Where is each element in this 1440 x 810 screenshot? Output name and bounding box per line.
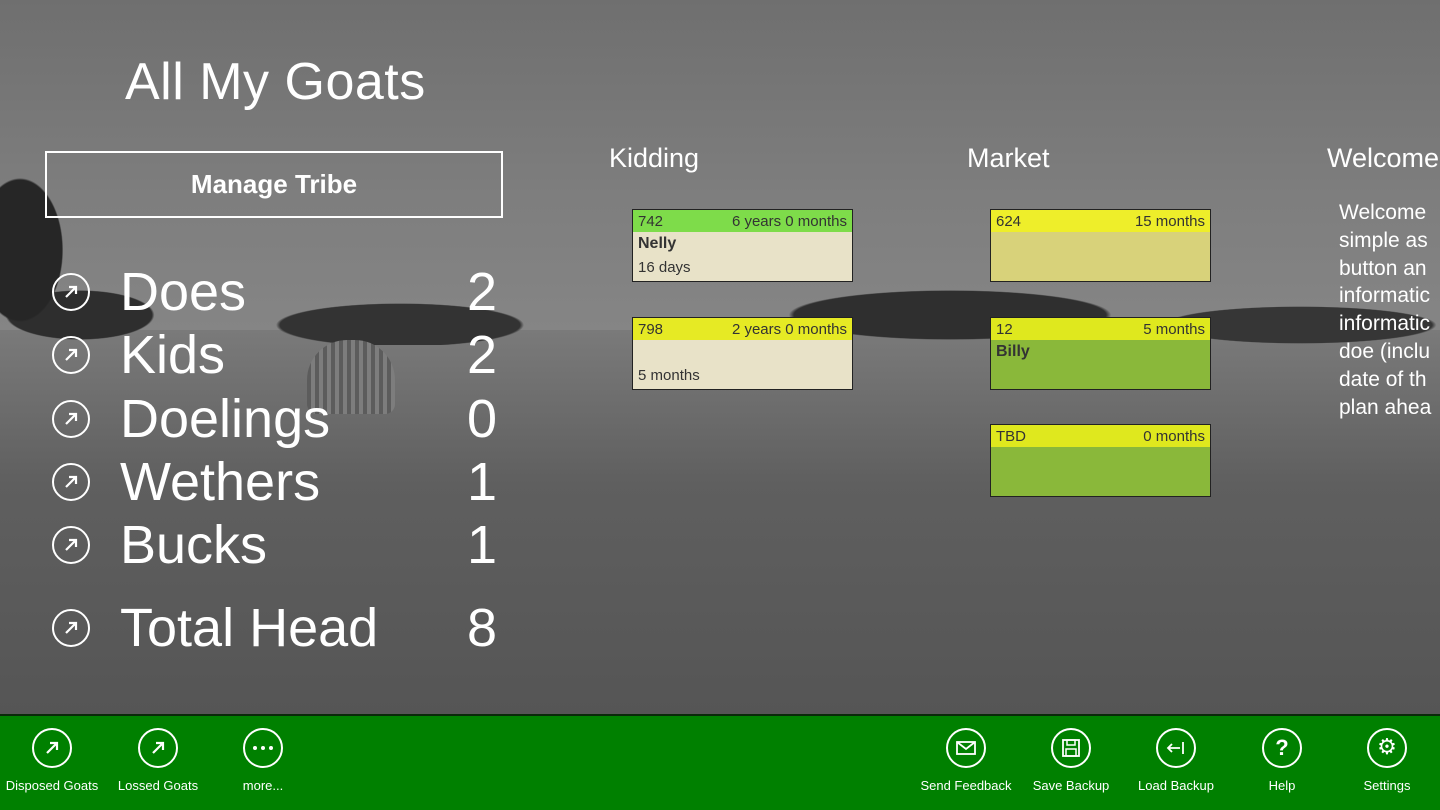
- goat-name: [633, 340, 852, 365]
- gear-icon: ⚙: [1367, 728, 1407, 768]
- card-detail: 5 months: [638, 367, 700, 384]
- card-header: 798 2 years 0 months: [633, 318, 852, 340]
- arrow-up-right-icon: [52, 526, 90, 564]
- goat-name: [991, 232, 1210, 257]
- appbar-label: Save Backup: [1032, 778, 1110, 793]
- stat-count: 2: [466, 325, 497, 385]
- more-button[interactable]: more...: [213, 728, 313, 793]
- card-detail: [991, 472, 1210, 476]
- goat-id: 742: [638, 212, 664, 230]
- welcome-line: doe (inclu: [1339, 339, 1431, 363]
- more-icon: [243, 728, 283, 768]
- goat-name: Billy: [996, 343, 1030, 360]
- goat-age: 15 months: [1134, 212, 1205, 230]
- market-heading: Market: [967, 143, 1050, 173]
- appbar-label: more...: [242, 778, 284, 793]
- stat-kids[interactable]: Kids 2: [52, 325, 497, 385]
- appbar-label: Load Backup: [1138, 778, 1214, 793]
- stat-wethers[interactable]: Wethers 1: [52, 452, 497, 512]
- page-title: All My Goats: [125, 53, 426, 111]
- card-detail: [991, 257, 1210, 261]
- arrow-up-right-icon: [52, 400, 90, 438]
- market-card[interactable]: 624 15 months: [990, 209, 1211, 282]
- appbar-label: Settings: [1363, 778, 1411, 793]
- stat-count: 2: [466, 262, 497, 322]
- manage-tribe-button[interactable]: Manage Tribe: [45, 151, 503, 218]
- lossed-goats-button[interactable]: Lossed Goats: [108, 728, 208, 793]
- welcome-line: button an: [1339, 256, 1427, 280]
- stat-count: 1: [466, 515, 497, 575]
- goat-id: TBD: [996, 427, 1026, 445]
- goat-id: 624: [996, 212, 1022, 230]
- welcome-line: simple as: [1339, 228, 1428, 252]
- stat-label: Does: [120, 262, 247, 322]
- disposed-goats-button[interactable]: Disposed Goats: [2, 728, 102, 793]
- help-button[interactable]: ? Help: [1232, 728, 1332, 793]
- stat-does[interactable]: Does 2: [52, 262, 497, 322]
- stat-label: Wethers: [120, 452, 321, 512]
- card-header: 742 6 years 0 months: [633, 210, 852, 232]
- card-header: 624 15 months: [991, 210, 1210, 232]
- goat-id: 12: [996, 320, 1013, 338]
- help-icon: ?: [1262, 728, 1302, 768]
- stat-bucks[interactable]: Bucks 1: [52, 515, 497, 575]
- arrow-up-right-icon: [138, 728, 178, 768]
- stat-label: Total Head: [120, 598, 379, 658]
- goat-id: 798: [638, 320, 664, 338]
- welcome-text: Welcome simple as button an informatic i…: [1339, 199, 1440, 421]
- mail-icon: [946, 728, 986, 768]
- market-card[interactable]: 12 5 months Billy: [990, 317, 1211, 390]
- card-detail: 16 days: [638, 259, 691, 276]
- welcome-line: plan ahea: [1339, 395, 1432, 419]
- save-icon: [1051, 728, 1091, 768]
- arrow-up-right-icon: [52, 273, 90, 311]
- card-header: TBD 0 months: [991, 425, 1210, 447]
- load-icon: [1156, 728, 1196, 768]
- welcome-line: Welcome: [1339, 201, 1427, 224]
- appbar-label: Help: [1268, 778, 1296, 793]
- stat-count: 8: [466, 598, 497, 658]
- appbar-label: Send Feedback: [920, 778, 1012, 793]
- send-feedback-button[interactable]: Send Feedback: [916, 728, 1016, 793]
- goat-age: 5 months: [1143, 320, 1205, 338]
- welcome-line: informatic: [1339, 312, 1431, 336]
- app-bar: Disposed Goats Lossed Goats more... Send…: [0, 714, 1440, 810]
- goat-name: [991, 447, 1210, 472]
- kidding-card[interactable]: 742 6 years 0 months Nelly 16 days: [632, 209, 853, 282]
- goat-age: 0 months: [1143, 427, 1205, 445]
- stat-count: 1: [466, 452, 497, 512]
- arrow-up-right-icon: [52, 463, 90, 501]
- welcome-line: date of th: [1339, 367, 1427, 391]
- card-detail: [991, 365, 1210, 369]
- kidding-card[interactable]: 798 2 years 0 months 5 months: [632, 317, 853, 390]
- arrow-up-right-icon: [32, 728, 72, 768]
- market-card[interactable]: TBD 0 months: [990, 424, 1211, 497]
- stat-label: Bucks: [120, 515, 268, 575]
- appbar-label: Disposed Goats: [5, 778, 99, 793]
- goat-age: 6 years 0 months: [731, 212, 847, 230]
- save-backup-button[interactable]: Save Backup: [1021, 728, 1121, 793]
- stat-count: 0: [466, 389, 497, 449]
- welcome-line: informatic: [1339, 284, 1431, 308]
- stat-total-head[interactable]: Total Head 8: [52, 598, 497, 658]
- settings-button[interactable]: ⚙ Settings: [1337, 728, 1437, 793]
- welcome-heading: Welcome: [1327, 143, 1440, 173]
- stat-label: Kids: [120, 325, 226, 385]
- appbar-label: Lossed Goats: [117, 778, 199, 793]
- stat-doelings[interactable]: Doelings 0: [52, 389, 497, 449]
- load-backup-button[interactable]: Load Backup: [1126, 728, 1226, 793]
- goat-name: Nelly: [638, 235, 677, 252]
- card-header: 12 5 months: [991, 318, 1210, 340]
- arrow-up-right-icon: [52, 336, 90, 374]
- goat-age: 2 years 0 months: [731, 320, 847, 338]
- kidding-heading: Kidding: [609, 143, 700, 173]
- arrow-up-right-icon: [52, 609, 90, 647]
- stat-label: Doelings: [120, 389, 331, 449]
